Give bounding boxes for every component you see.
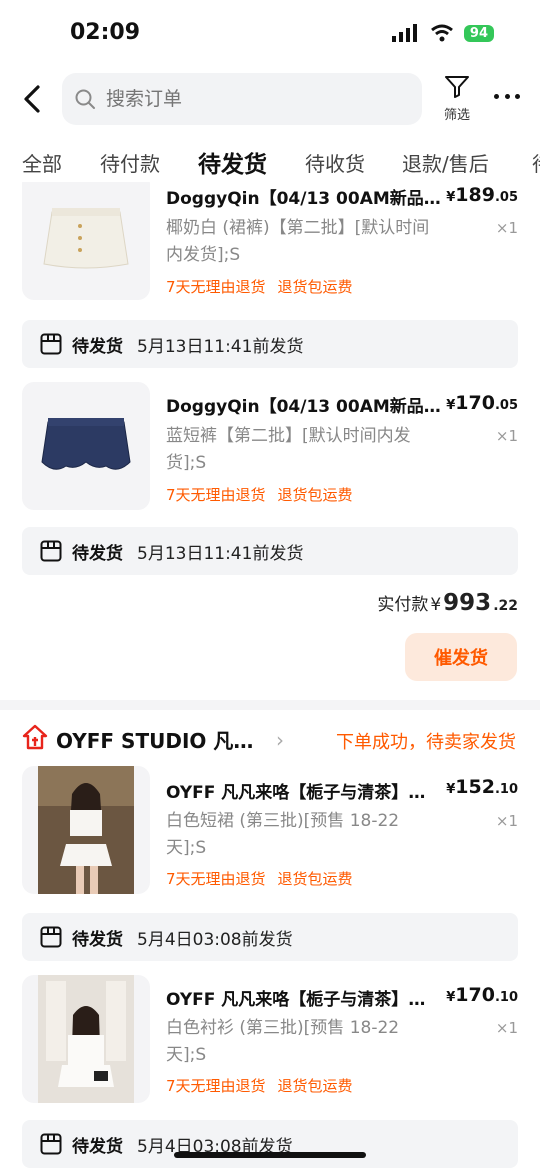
- model-photo-image: [38, 975, 134, 1103]
- order-status: 下单成功，待卖家发货: [336, 732, 516, 753]
- package-icon: [40, 540, 62, 562]
- status-time: 02:09: [70, 20, 141, 45]
- service-tags: 7天无理由退货 退货包运费: [166, 1075, 353, 1096]
- order-total: 实付款 ¥ 993 .22: [377, 590, 518, 616]
- shipping-status-bar: 待发货 5月4日03:08前发货: [22, 1120, 518, 1168]
- total-int: 993: [443, 590, 492, 616]
- product-title[interactable]: OYFF 凡凡来咯【栀子与清茶】套装: [166, 778, 442, 803]
- tab-pending-receipt[interactable]: 待收货: [305, 148, 365, 177]
- shipping-deadline: 5月13日11:41前发货: [137, 336, 304, 357]
- store-logo-icon: [22, 724, 48, 750]
- product-price: ¥170.10: [446, 984, 518, 1006]
- search-bar[interactable]: [62, 73, 422, 125]
- product-variant: 白色短裙 (第三批)[预售 18-22天];S: [166, 811, 400, 858]
- filter-button[interactable]: 筛选: [440, 74, 474, 123]
- package-icon: [40, 333, 62, 355]
- blue-shorts-image: [41, 418, 131, 470]
- shipping-fee-tag: 退货包运费: [277, 870, 353, 888]
- shipping-status-bar: 待发货 5月4日03:08前发货: [22, 913, 518, 961]
- shipping-status: 待发货: [72, 1136, 123, 1157]
- store-name[interactable]: OYFF STUDIO 凡凡的小店: [56, 725, 256, 754]
- tab-more[interactable]: 待: [532, 148, 540, 177]
- package-icon: [40, 1133, 62, 1155]
- signal-icon: [391, 24, 417, 42]
- product-qty: ×1: [495, 219, 518, 237]
- product-qty: ×1: [495, 812, 518, 830]
- shipping-status-bar: 待发货 5月13日11:41前发货: [22, 527, 518, 575]
- product-qty: ×1: [495, 1019, 518, 1037]
- filter-label: 筛选: [443, 108, 470, 123]
- back-button[interactable]: [20, 84, 44, 114]
- package-icon: [40, 926, 62, 948]
- return-tag: 7天无理由退货: [166, 278, 266, 296]
- status-icons: 94: [391, 24, 494, 42]
- tab-pending-payment[interactable]: 待付款: [100, 148, 160, 177]
- product-price: ¥189.05: [446, 184, 518, 206]
- total-dec: .22: [493, 598, 518, 614]
- shipping-deadline: 5月4日03:08前发货: [137, 929, 293, 950]
- more-dot-icon: [494, 94, 499, 99]
- shipping-status-bar: 待发货 5月13日11:41前发货: [22, 320, 518, 368]
- product-price: ¥152.10: [446, 776, 518, 798]
- shipping-status: 待发货: [72, 543, 123, 564]
- product-image[interactable]: [22, 975, 150, 1103]
- filter-icon: [445, 76, 469, 98]
- more-button[interactable]: [494, 94, 520, 102]
- tab-all[interactable]: 全部: [22, 148, 62, 177]
- shipping-fee-tag: 退货包运费: [277, 1077, 353, 1095]
- shipping-deadline: 5月13日11:41前发货: [137, 543, 304, 564]
- product-image[interactable]: [22, 766, 150, 894]
- battery-indicator: 94: [463, 24, 494, 42]
- return-tag: 7天无理由退货: [166, 1077, 266, 1095]
- tab-pending-shipment[interactable]: 待发货: [198, 145, 267, 179]
- urge-shipment-button[interactable]: 催发货: [405, 633, 517, 681]
- total-label: 实付款: [377, 595, 429, 615]
- chevron-right-icon[interactable]: ›: [276, 728, 284, 752]
- skirt-shorts-image: [43, 208, 129, 269]
- tab-refund[interactable]: 退款/售后: [402, 148, 489, 177]
- service-tags: 7天无理由退货 退货包运费: [166, 276, 353, 297]
- product-qty: ×1: [495, 427, 518, 445]
- home-indicator[interactable]: [174, 1152, 366, 1158]
- return-tag: 7天无理由退货: [166, 870, 266, 888]
- product-image[interactable]: [22, 182, 150, 300]
- product-title[interactable]: DoggyQin【04/13 00AM新品上新】: [166, 392, 442, 417]
- product-title[interactable]: DoggyQin【04/13 00AM新品上新】: [166, 184, 442, 209]
- product-variant: 蓝短裤【第二批】[默认时间内发货];S: [166, 426, 411, 473]
- product-price: ¥170.05: [446, 392, 518, 414]
- return-tag: 7天无理由退货: [166, 486, 266, 504]
- order-1: DoggyQin【04/13 00AM新品上新】 ¥189.05 椰奶白 (裙裤…: [0, 182, 540, 702]
- more-dot-icon: [515, 94, 520, 99]
- shipping-fee-tag: 退货包运费: [277, 278, 353, 296]
- wifi-icon: [430, 24, 453, 42]
- order-tabs: 全部 待付款 待发货 待收货 退款/售后 待: [0, 140, 540, 182]
- product-title[interactable]: OYFF 凡凡来咯【栀子与清茶】套装: [166, 985, 442, 1010]
- more-dot-icon: [504, 94, 510, 99]
- product-image[interactable]: [22, 382, 150, 510]
- service-tags: 7天无理由退货 退货包运费: [166, 868, 353, 889]
- product-variant: 白色衬衫 (第三批)[预售 18-22天];S: [166, 1018, 400, 1065]
- currency-symbol: ¥: [430, 595, 442, 615]
- model-photo-image: [38, 766, 134, 894]
- shipping-status: 待发货: [72, 929, 123, 950]
- chevron-left-icon: [24, 85, 40, 113]
- product-variant: 椰奶白 (裙裤)【第二批】[默认时间内发货];S: [166, 218, 430, 265]
- order-divider: [0, 700, 540, 710]
- search-icon: [75, 89, 95, 109]
- service-tags: 7天无理由退货 退货包运费: [166, 484, 353, 505]
- search-input[interactable]: [104, 87, 368, 111]
- shipping-status: 待发货: [72, 336, 123, 357]
- shipping-fee-tag: 退货包运费: [277, 486, 353, 504]
